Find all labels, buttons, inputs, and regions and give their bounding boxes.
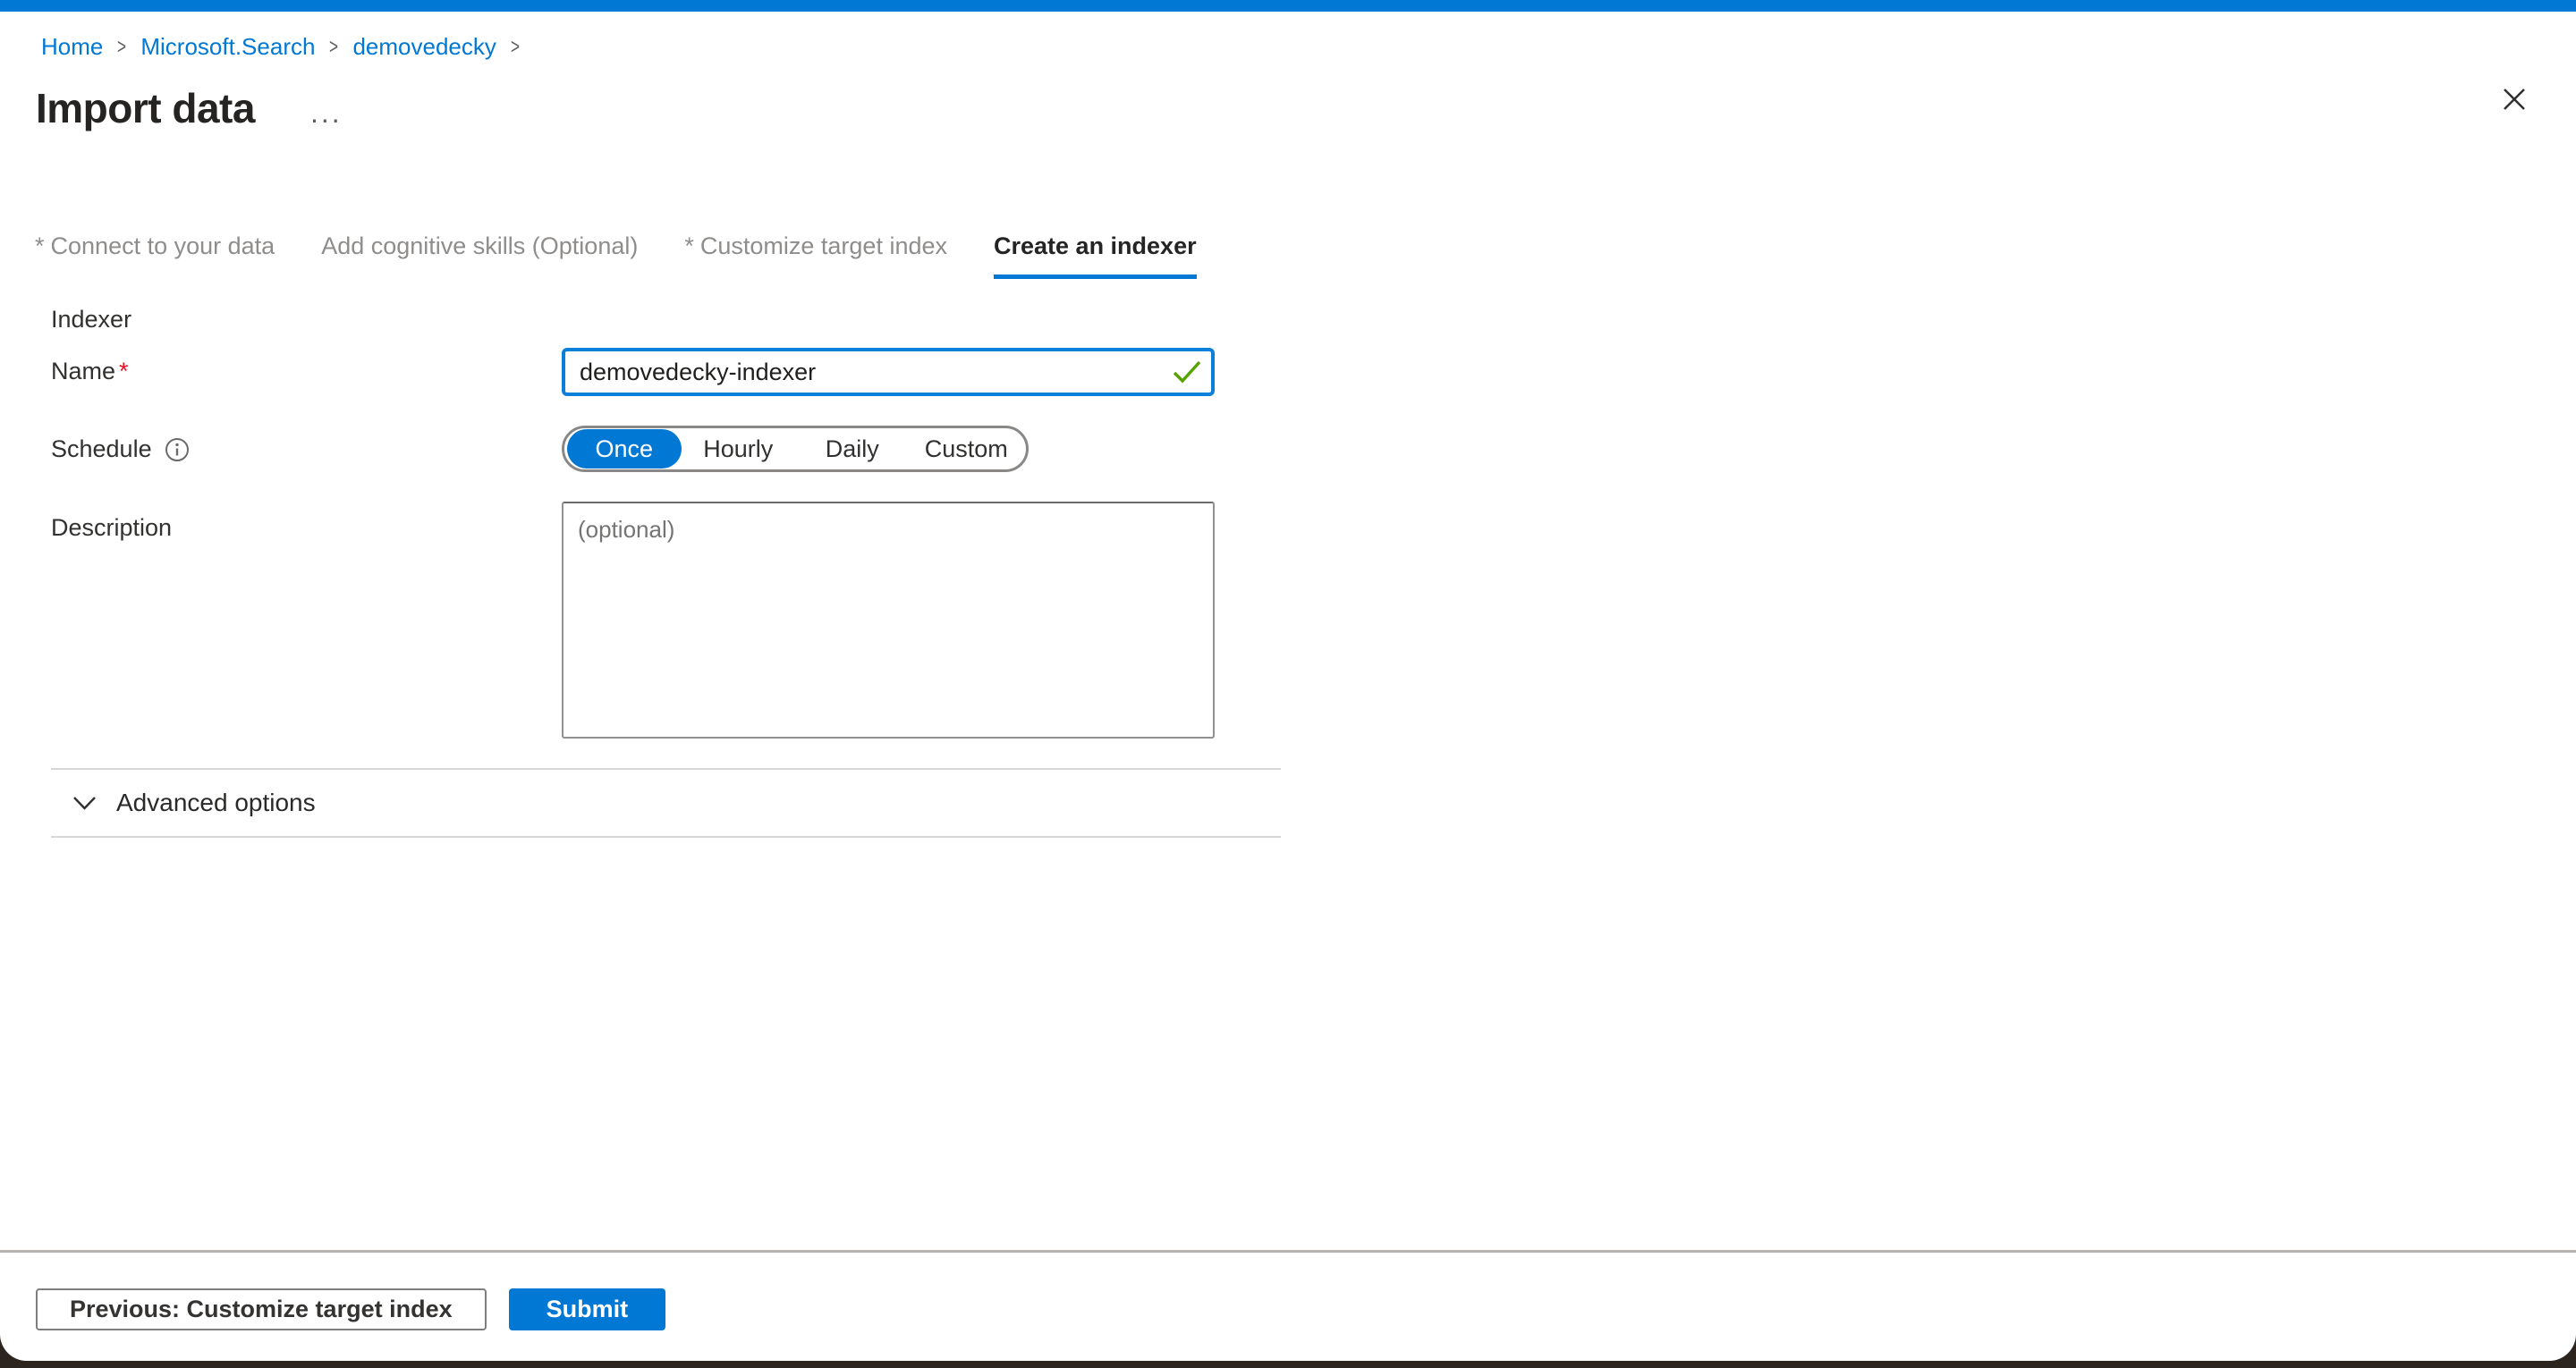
indexer-name-input[interactable] (562, 348, 1215, 396)
name-row: Name* (51, 348, 1281, 396)
footer-actions: Previous: Customize target index Submit (36, 1288, 665, 1330)
section-title-indexer: Indexer (51, 306, 1281, 334)
description-label-text: Description (51, 514, 172, 542)
valid-check-icon (1172, 359, 1202, 384)
breadcrumb-separator: > (117, 35, 126, 60)
required-marker: * (119, 358, 129, 384)
schedule-option-custom[interactable]: Custom (910, 429, 1024, 469)
wizard-tabs: *Connect to your data Add cognitive skil… (35, 232, 2576, 279)
schedule-label-text: Schedule (51, 435, 152, 463)
tab-label: Customize target index (700, 232, 947, 259)
tab-label: Create an indexer (994, 232, 1197, 259)
advanced-options-label: Advanced options (116, 789, 316, 817)
tab-connect-to-your-data[interactable]: *Connect to your data (35, 232, 275, 279)
submit-button[interactable]: Submit (509, 1288, 666, 1330)
tab-label: Add cognitive skills (Optional) (321, 232, 638, 259)
page-title: Import data (36, 84, 255, 132)
portal-top-accent-bar (0, 0, 2576, 12)
breadcrumb-demovedecky-link[interactable]: demovedecky (352, 33, 496, 61)
tab-label: Connect to your data (51, 232, 275, 259)
chevron-down-icon (72, 796, 97, 811)
description-textarea[interactable] (562, 502, 1215, 739)
description-row: Description (51, 502, 1281, 739)
page-header: Import data ... (36, 84, 2576, 132)
name-label-text: Name (51, 358, 115, 384)
previous-button[interactable]: Previous: Customize target index (36, 1288, 487, 1330)
advanced-options-toggle[interactable]: Advanced options (51, 770, 2576, 836)
tab-create-an-indexer[interactable]: Create an indexer (994, 232, 1197, 279)
close-icon (2499, 84, 2529, 114)
breadcrumb-home-link[interactable]: Home (41, 33, 103, 61)
schedule-segmented-control: Once Hourly Daily Custom (562, 426, 1029, 472)
name-field (562, 348, 1215, 396)
breadcrumb-separator: > (511, 35, 520, 60)
required-marker: * (35, 232, 45, 259)
breadcrumb: Home > Microsoft.Search > demovedecky > (41, 33, 2576, 61)
name-label: Name* (51, 348, 562, 385)
schedule-label: Schedule (51, 426, 562, 463)
footer-divider (0, 1250, 2576, 1253)
close-button[interactable] (2499, 84, 2529, 114)
schedule-option-hourly[interactable]: Hourly (682, 429, 796, 469)
divider (51, 836, 1281, 838)
indexer-form: Indexer Name* Schedule (51, 306, 1281, 739)
breadcrumb-microsoft-search-link[interactable]: Microsoft.Search (140, 33, 315, 61)
more-options-icon[interactable]: ... (310, 89, 343, 127)
schedule-row: Schedule Once Hourly Daily Custom (51, 426, 1281, 472)
import-data-panel: Home > Microsoft.Search > demovedecky > … (0, 0, 2576, 1361)
schedule-option-daily[interactable]: Daily (795, 429, 910, 469)
schedule-option-once[interactable]: Once (567, 429, 682, 469)
required-marker: * (684, 232, 694, 259)
breadcrumb-separator: > (329, 35, 338, 60)
description-label: Description (51, 502, 562, 542)
tab-customize-target-index[interactable]: *Customize target index (684, 232, 947, 279)
tab-add-cognitive-skills[interactable]: Add cognitive skills (Optional) (321, 232, 638, 279)
info-icon[interactable] (165, 437, 190, 462)
